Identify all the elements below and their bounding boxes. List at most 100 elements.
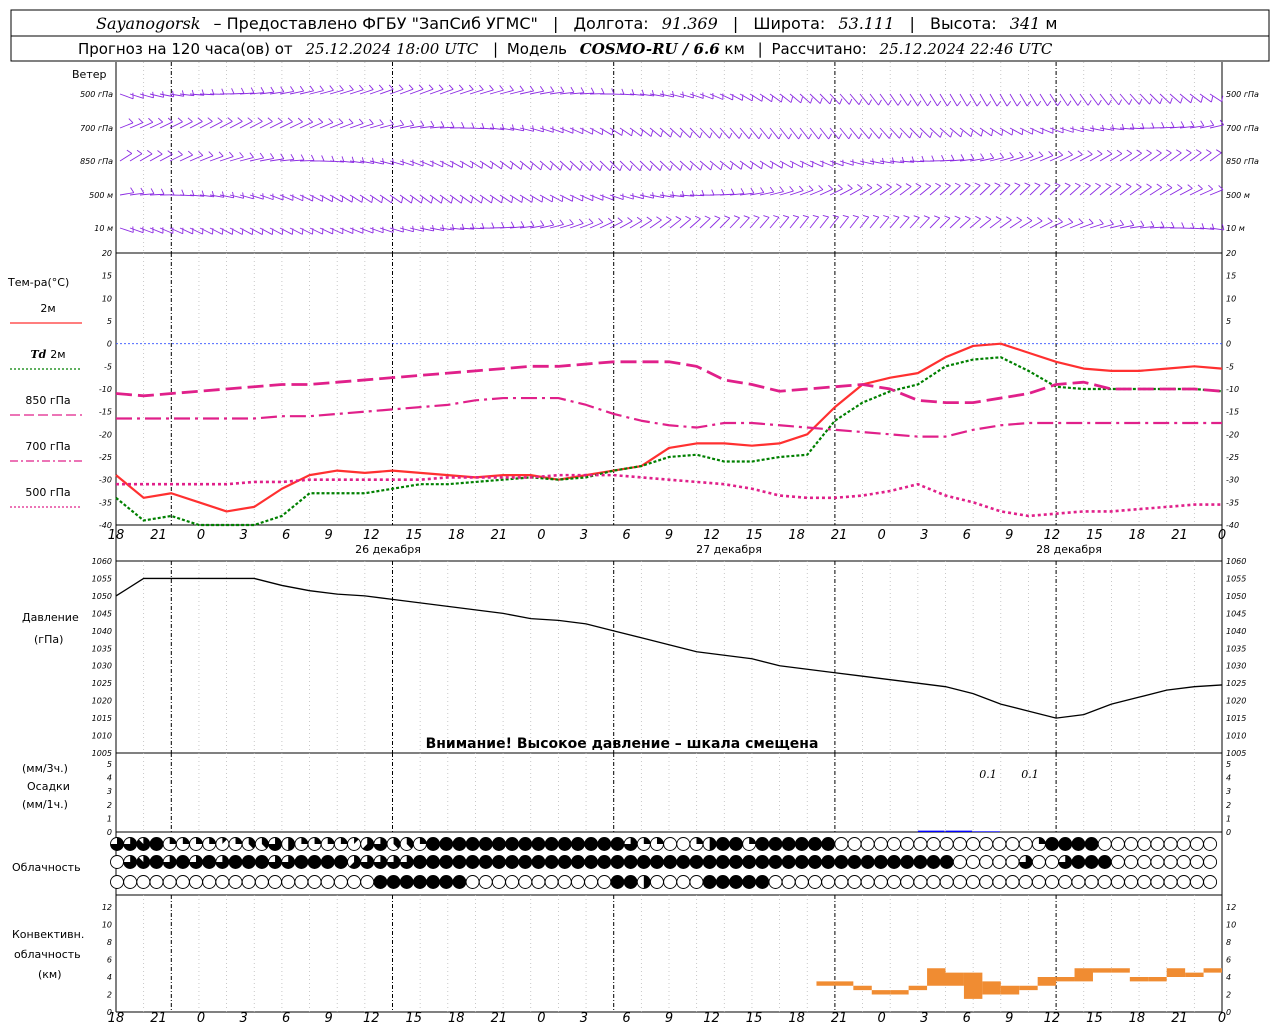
cloud-fill-sector xyxy=(169,837,177,844)
cloud-circle xyxy=(294,875,309,889)
cloud-fill-full xyxy=(255,855,269,869)
pressure-ytick-right: 1035 xyxy=(1226,644,1246,653)
cloud-fill-full xyxy=(821,837,835,851)
wind-barb-feather xyxy=(970,130,974,137)
xtick-temp: 6 xyxy=(282,528,290,543)
pressure-ytick-left: 1025 xyxy=(92,679,112,688)
cloud-circle xyxy=(952,855,967,869)
xtick-bottom: 15 xyxy=(746,1011,763,1024)
wind-barb-shaft xyxy=(249,121,263,129)
wind-barb-feather xyxy=(450,197,454,204)
cloud-circle xyxy=(1189,855,1204,869)
wind-barb-feather xyxy=(662,90,665,97)
wind-barb-shaft xyxy=(809,160,823,168)
wind-barb-shaft xyxy=(579,194,593,202)
wind-barb-feather xyxy=(491,197,494,204)
wind-barb-shaft xyxy=(979,93,988,107)
temp-ytick-right: -10 xyxy=(1226,385,1239,394)
cloud-fill-full xyxy=(650,855,664,869)
alt-unit: м xyxy=(1045,14,1057,33)
wind-barb-shaft xyxy=(1019,127,1033,135)
wind-barb-feather xyxy=(1210,96,1214,103)
wind-barb-feather xyxy=(866,183,873,189)
cloud-fill-full xyxy=(703,855,717,869)
cloud-fill-full xyxy=(742,875,756,889)
wind-barb-feather xyxy=(1105,182,1112,187)
cloud-fill-full xyxy=(624,855,638,869)
conv-bar xyxy=(1074,968,1093,982)
cloud-fill-sector xyxy=(656,837,664,844)
wind-barb-feather xyxy=(1067,150,1073,156)
cloud-fill-full xyxy=(321,855,335,869)
wind-barb-feather xyxy=(798,133,802,140)
wind-barb-feather xyxy=(388,84,394,90)
cloud-fill-sector xyxy=(182,837,190,844)
wind-barb-feather xyxy=(679,164,683,171)
wind-barb-feather xyxy=(1047,100,1052,107)
wind-barb-feather xyxy=(1011,129,1014,136)
wind-barb-feather xyxy=(960,154,965,160)
wind-barb-feather xyxy=(501,196,504,203)
wind-barb-shaft xyxy=(739,217,750,229)
date-label-26: 26 декабря xyxy=(355,543,421,556)
cloud-circle xyxy=(360,875,375,889)
wind-barb-feather xyxy=(511,124,515,131)
wind-barb-feather xyxy=(130,187,135,193)
wind-barb-feather xyxy=(771,95,774,102)
wind-barb-feather xyxy=(939,131,943,138)
wind-barb-feather xyxy=(1200,96,1204,103)
wind-barb-shaft xyxy=(1169,187,1183,196)
pressure-ytick-left: 1005 xyxy=(92,749,112,758)
wind-barb-feather xyxy=(177,117,183,123)
wind-barb-feather xyxy=(1185,149,1192,154)
wind-barb-feather xyxy=(290,153,295,160)
cloud-circle xyxy=(887,837,901,851)
wind-barb-feather xyxy=(1087,150,1093,155)
pressure-ytick-left: 1030 xyxy=(92,662,112,671)
convective-cloud-bars xyxy=(816,968,1222,999)
wind-barb-feather xyxy=(740,188,745,194)
wind-barb-feather xyxy=(960,131,963,138)
cloud-circle xyxy=(241,875,256,889)
wind-barb-feather xyxy=(847,184,853,189)
wind-barb-shaft xyxy=(819,127,830,140)
temp-ytick-right: 0 xyxy=(1226,340,1231,349)
wind-barb-feather xyxy=(1077,100,1082,106)
xtick-bottom: 9 xyxy=(325,1011,333,1024)
cloud-fill-full xyxy=(703,875,717,889)
wind-barb-feather xyxy=(1146,149,1152,154)
wind-barb-feather xyxy=(679,131,683,138)
conv-bar xyxy=(853,985,872,991)
cloud-circle xyxy=(952,875,967,889)
cloud-circle xyxy=(597,875,612,889)
alt-label: Высота: xyxy=(930,14,997,33)
cloud-circle xyxy=(926,875,941,889)
xtick-temp: 18 xyxy=(108,528,125,543)
wind-barb-feather xyxy=(848,98,853,105)
wind-barb-feather xyxy=(259,152,265,159)
wind-barb-feather xyxy=(440,197,444,204)
wind-barb-feather xyxy=(740,163,744,170)
precip-bar xyxy=(917,830,945,832)
wind-barb-feather xyxy=(358,118,364,124)
wind-barb-shaft xyxy=(849,127,860,140)
conv-bar xyxy=(1203,968,1222,973)
wind-barb-feather xyxy=(1014,182,1021,186)
cloud-circle xyxy=(1124,855,1139,869)
wind-barb-shaft xyxy=(1209,152,1222,162)
wind-barb-feather xyxy=(956,100,962,107)
cloud-circle xyxy=(1203,875,1218,889)
pressure-ytick-right: 1055 xyxy=(1226,574,1246,583)
cloud-fill-full xyxy=(808,837,822,851)
cloud-fill-full xyxy=(610,875,624,889)
wind-barb-shaft xyxy=(299,227,313,235)
pressure-ytick-right: 1025 xyxy=(1226,679,1246,688)
cloud-fill-full xyxy=(887,855,901,869)
wind-level-right: 850 гПа xyxy=(1226,157,1259,166)
pressure-ytick-left: 1040 xyxy=(92,627,112,636)
wind-barb-feather xyxy=(1176,149,1182,154)
wind-barb-shaft xyxy=(979,218,992,229)
wind-barb-feather xyxy=(1149,98,1153,105)
pressure-ytick-left: 1060 xyxy=(92,557,112,566)
wind-barb-feather xyxy=(1156,149,1162,154)
